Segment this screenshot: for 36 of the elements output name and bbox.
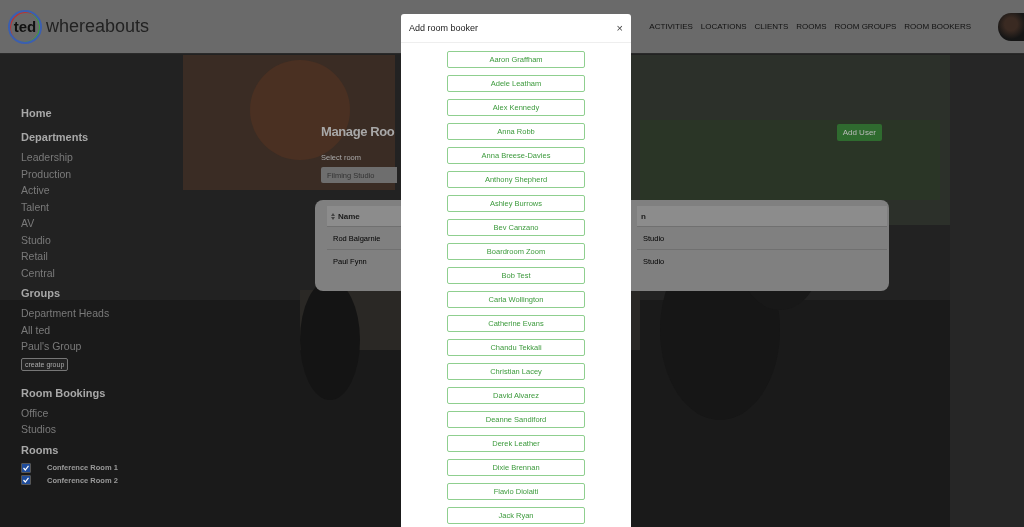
checkbox[interactable]	[21, 462, 31, 473]
sidebar-item[interactable]: All ted	[21, 321, 51, 338]
close-button[interactable]: ×	[616, 22, 623, 34]
sidebar-item[interactable]: Leadership	[21, 149, 73, 166]
nav-link[interactable]: CLIENTS	[754, 22, 789, 31]
sidebar-item[interactable]: Department Heads	[21, 305, 110, 322]
checkbox[interactable]	[21, 475, 31, 486]
sidebar-item[interactable]: Talent	[21, 198, 50, 215]
nav-link[interactable]: LOCATIONS	[700, 22, 747, 31]
add-user-button[interactable]: Add User	[836, 124, 882, 141]
logo-mark: ted	[8, 9, 42, 44]
column-title: Name	[338, 211, 360, 221]
nav-link[interactable]: ROOM BOOKERS	[904, 22, 971, 31]
sidebar-item[interactable]: Office	[21, 404, 49, 421]
logo-text: whereabouts	[46, 16, 150, 37]
sidebar-heading[interactable]: Groups	[21, 287, 61, 299]
nav-link[interactable]: ROOM GROUPS	[834, 22, 897, 31]
modal-title: Add room booker	[409, 23, 479, 33]
sidebar-item[interactable]: Studios	[21, 421, 57, 438]
sidebar-item[interactable]: Active	[21, 182, 50, 199]
nav-link[interactable]: ACTIVITIES	[649, 22, 693, 31]
avatar[interactable]	[998, 12, 1024, 41]
sidebar-item[interactable]: Central	[21, 264, 55, 281]
sidebar-heading[interactable]: Room Bookings	[21, 386, 106, 399]
nav-link[interactable]: ROOMS	[796, 22, 827, 31]
sidebar-item[interactable]: Production	[21, 165, 72, 182]
sidebar-item[interactable]: Retail	[21, 248, 48, 265]
sidebar-item[interactable]: AV	[21, 215, 35, 232]
page-title: Manage Roo	[321, 124, 395, 139]
sidebar-item[interactable]: Studio	[21, 231, 51, 248]
sidebar-heading[interactable]: Departments	[21, 131, 89, 143]
sidebar-item[interactable]: Paul's Group	[21, 338, 82, 355]
column-header[interactable]: n	[637, 206, 887, 226]
sort-icon	[331, 212, 335, 220]
sidebar-heading[interactable]: Rooms	[21, 443, 59, 456]
sidebar-heading[interactable]: Home	[21, 107, 52, 119]
